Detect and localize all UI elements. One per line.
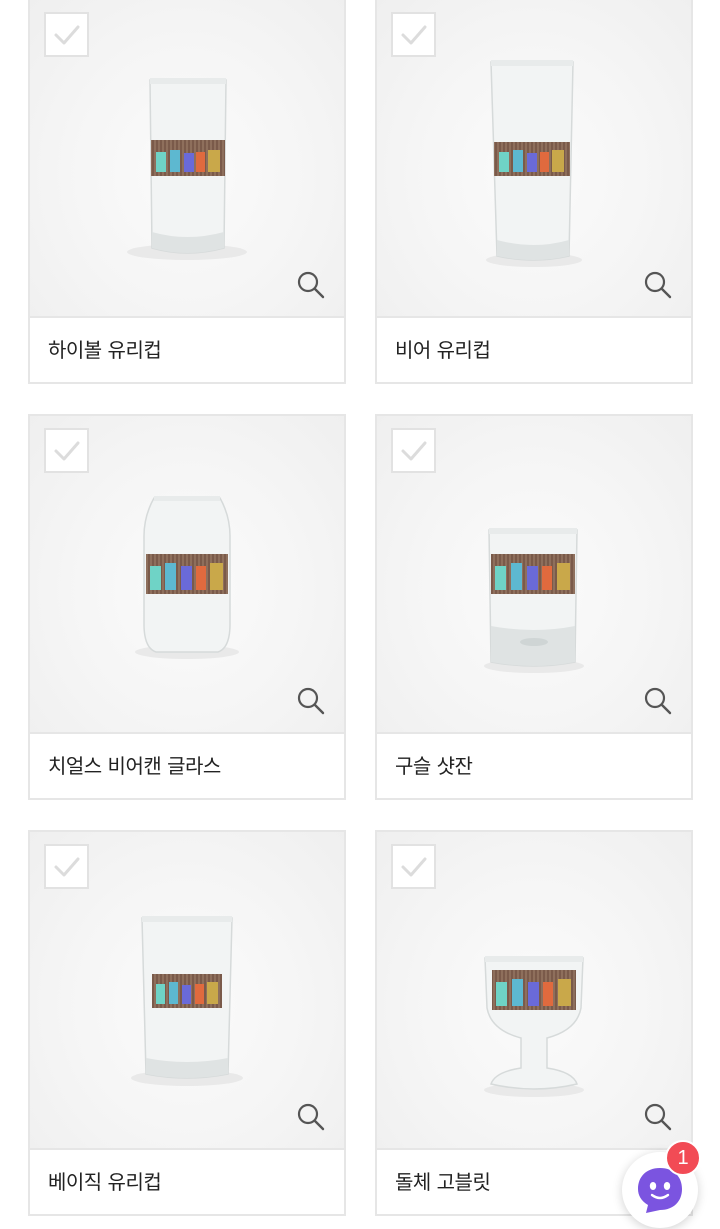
check-icon [54,857,80,877]
product-name: 베이직 유리컵 [48,1170,162,1194]
select-checkbox[interactable] [44,428,89,473]
product-image[interactable] [30,416,344,732]
product-grid: 하이볼 유리컵 비어 유리컵 치얼스 비어캔 글라스 구슬 샷잔 베이직 유리컵… [0,0,720,1229]
product-name: 구슬 샷잔 [395,754,473,778]
product-label-area[interactable]: 치얼스 비어캔 글라스 [30,732,344,798]
product-card-beercan[interactable]: 치얼스 비어캔 글라스 [28,414,346,800]
product-card-highball[interactable]: 하이볼 유리컵 [28,0,346,384]
product-card-beer[interactable]: 비어 유리컵 [375,0,693,384]
magnifier-icon [297,1103,325,1131]
product-card-shot[interactable]: 구슬 샷잔 [375,414,693,800]
product-image[interactable] [377,0,691,316]
check-icon [401,25,427,45]
product-image[interactable] [377,416,691,732]
product-name: 돌체 고블릿 [395,1170,491,1194]
zoom-button[interactable] [643,686,673,716]
magnifier-icon [644,1103,672,1131]
check-icon [401,857,427,877]
check-icon [54,441,80,461]
magnifier-icon [644,687,672,715]
magnifier-icon [297,687,325,715]
product-label-area[interactable]: 구슬 샷잔 [377,732,691,798]
chat-notification-badge: 1 [665,1140,701,1176]
select-checkbox[interactable] [391,844,436,889]
product-image[interactable] [30,832,344,1148]
product-name: 치얼스 비어캔 글라스 [48,754,221,778]
magnifier-icon [644,271,672,299]
product-card-basic[interactable]: 베이직 유리컵 [28,830,346,1216]
check-icon [401,441,427,461]
zoom-button[interactable] [643,1102,673,1132]
product-image[interactable] [30,0,344,316]
select-checkbox[interactable] [391,428,436,473]
zoom-button[interactable] [296,270,326,300]
product-label-area[interactable]: 하이볼 유리컵 [30,316,344,382]
select-checkbox[interactable] [44,12,89,57]
zoom-button[interactable] [643,270,673,300]
select-checkbox[interactable] [391,12,436,57]
product-label-area[interactable]: 비어 유리컵 [377,316,691,382]
check-icon [54,25,80,45]
zoom-button[interactable] [296,1102,326,1132]
zoom-button[interactable] [296,686,326,716]
select-checkbox[interactable] [44,844,89,889]
magnifier-icon [297,271,325,299]
product-image[interactable] [377,832,691,1148]
product-name: 하이볼 유리컵 [48,338,162,362]
product-label-area[interactable]: 베이직 유리컵 [30,1148,344,1214]
product-name: 비어 유리컵 [395,338,491,362]
